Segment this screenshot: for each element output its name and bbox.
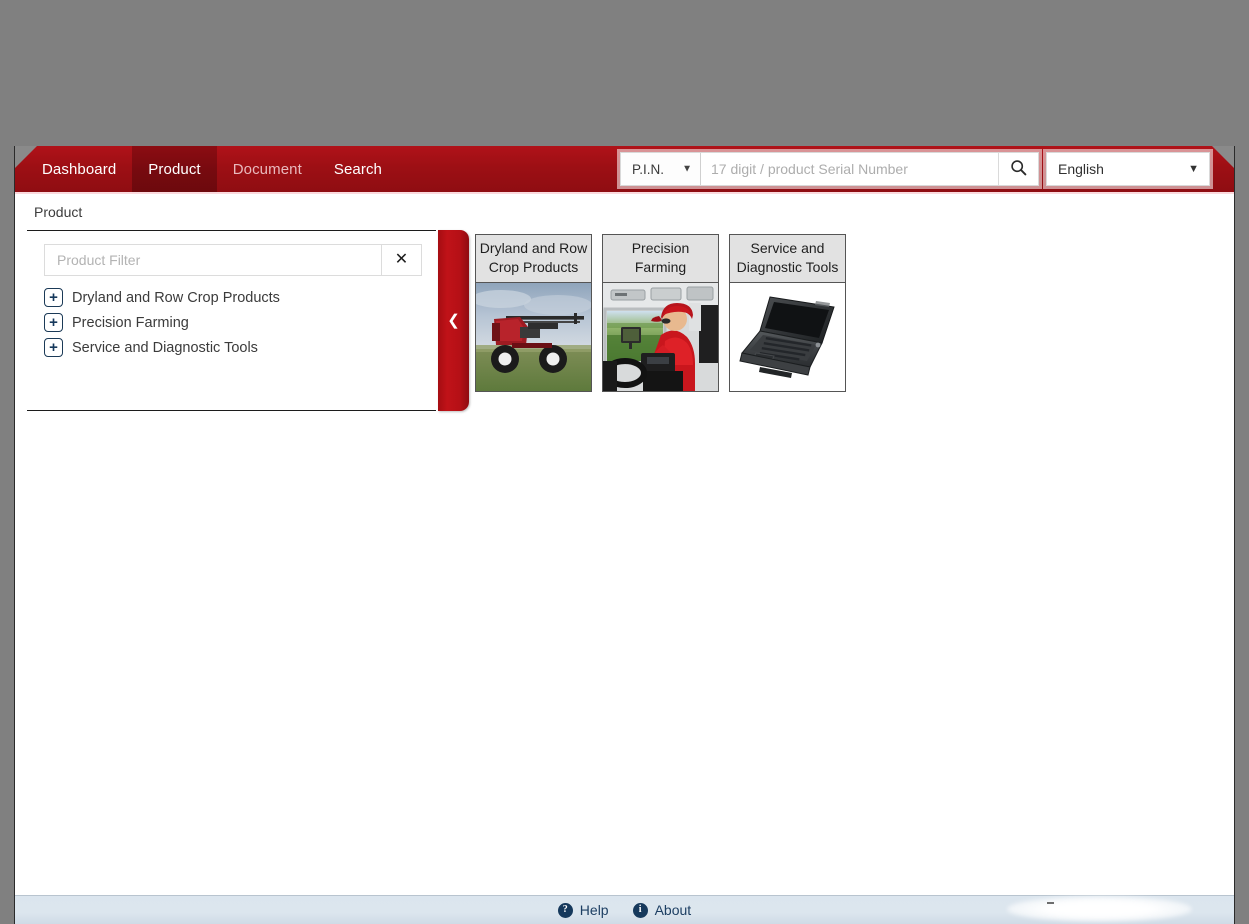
tree-item-label: Service and Diagnostic Tools xyxy=(72,339,258,356)
screen: Dashboard Product Document Search P.I.N. xyxy=(0,0,1249,924)
nav-tab-document[interactable]: Document xyxy=(217,146,318,192)
nav-tab-product-label: Product xyxy=(148,160,201,178)
chevron-left-icon: ❮ xyxy=(447,312,460,329)
card-precision-farming[interactable]: Precision Farming xyxy=(602,234,719,392)
page-footer: ? Help i About xyxy=(15,895,1234,924)
card-title: Dryland and Row Crop Products xyxy=(476,235,591,283)
nav-tab-dashboard[interactable]: Dashboard xyxy=(26,146,132,192)
sprayer-photo xyxy=(476,283,591,391)
header-search-cluster: P.I.N. ▼ 17 digit / product Serial Numbe… xyxy=(620,146,1234,192)
nav-tab-search-label: Search xyxy=(333,160,383,178)
search-type-wrapper: P.I.N. ▼ xyxy=(621,153,701,185)
close-icon: ✕ xyxy=(394,251,409,268)
card-title: Precision Farming xyxy=(603,235,718,283)
about-link-label: About xyxy=(654,902,692,918)
nav-tab-search[interactable]: Search xyxy=(318,146,398,192)
breadcrumb-current: Product xyxy=(34,204,83,220)
breadcrumb: Product xyxy=(15,194,1234,230)
main-navigation: Dashboard Product Document Search xyxy=(26,146,398,192)
app-header: Dashboard Product Document Search P.I.N. xyxy=(15,146,1234,194)
nav-tab-product[interactable]: Product xyxy=(132,146,217,192)
card-dryland-and-row-crop-products[interactable]: Dryland and Row Crop Products xyxy=(475,234,592,392)
product-tree: + Dryland and Row Crop Products + Precis… xyxy=(44,285,436,360)
product-filter-input[interactable] xyxy=(44,244,381,276)
clear-filter-button[interactable]: ✕ xyxy=(381,244,422,276)
tree-item-label: Precision Farming xyxy=(72,314,189,331)
plus-icon[interactable]: + xyxy=(44,313,63,332)
plus-icon[interactable]: + xyxy=(44,288,63,307)
serial-number-input[interactable] xyxy=(701,153,998,185)
product-filter-panel: ✕ + Dryland and Row Crop Products + Prec… xyxy=(27,230,436,411)
language-wrapper: English ▼ xyxy=(1046,152,1210,186)
help-link-label: Help xyxy=(579,902,609,918)
card-title: Service and Diagnostic Tools xyxy=(730,235,845,283)
tree-item-dryland-and-row-crop-products[interactable]: + Dryland and Row Crop Products xyxy=(44,285,436,310)
tree-item-label: Dryland and Row Crop Products xyxy=(72,289,280,306)
nav-tab-document-label: Document xyxy=(232,160,302,178)
help-icon: ? xyxy=(557,902,573,918)
rugged-laptop-photo xyxy=(730,283,845,391)
search-group: P.I.N. ▼ xyxy=(620,152,1039,186)
plus-icon[interactable]: + xyxy=(44,338,63,357)
search-type-select[interactable]: P.I.N. xyxy=(621,153,701,185)
card-service-and-diagnostic-tools[interactable]: Service and Diagnostic Tools xyxy=(729,234,846,392)
tree-item-precision-farming[interactable]: + Precision Farming xyxy=(44,310,436,335)
tractor-cab-operator-photo xyxy=(603,283,718,391)
search-icon xyxy=(1010,159,1027,179)
browser-page: Dashboard Product Document Search P.I.N. xyxy=(14,146,1235,924)
about-link[interactable]: i About xyxy=(632,902,692,918)
language-select[interactable]: English xyxy=(1046,152,1210,186)
product-category-cards: Dryland and Row Crop Products Precision … xyxy=(475,234,846,392)
blurred-logo-overlay xyxy=(1007,896,1192,922)
about-icon: i xyxy=(632,902,648,918)
product-filter-row: ✕ xyxy=(44,244,422,276)
collapse-panel-handle[interactable]: ❮ xyxy=(438,230,469,411)
help-link[interactable]: ? Help xyxy=(557,902,609,918)
nav-tab-dashboard-label: Dashboard xyxy=(42,160,117,178)
blurred-logo-mark xyxy=(1047,902,1054,904)
search-button[interactable] xyxy=(998,153,1038,185)
tree-item-service-and-diagnostic-tools[interactable]: + Service and Diagnostic Tools xyxy=(44,335,436,360)
